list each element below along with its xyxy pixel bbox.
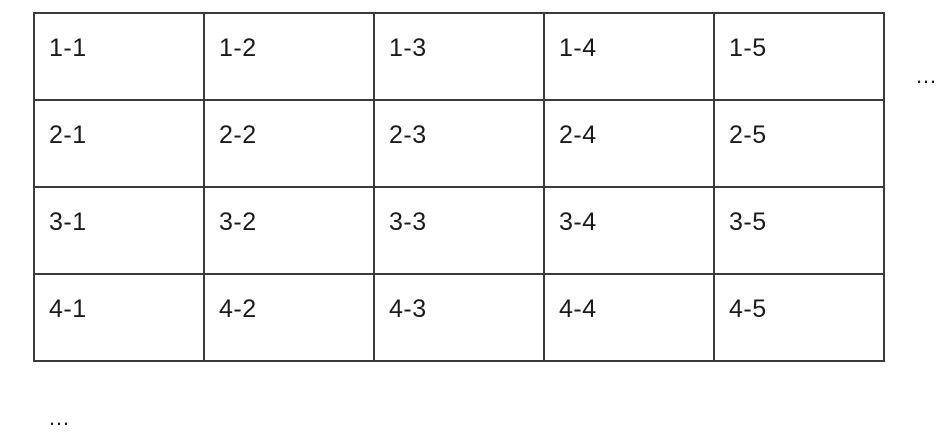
table-cell: 1-2 (203, 12, 375, 101)
table-row: 1-1 1-2 1-3 1-4 1-5 (33, 12, 885, 101)
table-cell: 3-3 (373, 186, 545, 275)
cell-label: 1-4 (559, 34, 597, 62)
cell-label: 1-5 (729, 34, 767, 62)
table-cell: 4-2 (203, 273, 375, 362)
cell-label: 3-4 (559, 208, 597, 236)
cell-label: 4-2 (219, 295, 257, 323)
table-cell: 3-2 (203, 186, 375, 275)
table-cell: 4-3 (373, 273, 545, 362)
cell-label: 4-4 (559, 295, 597, 323)
table-cell: 1-5 (713, 12, 885, 101)
cell-label: 1-2 (219, 34, 257, 62)
ellipsis-bottom: … (48, 405, 70, 430)
table-cell: 4-5 (713, 273, 885, 362)
table-cell: 4-1 (33, 273, 205, 362)
table-cell: 2-1 (33, 99, 205, 188)
cell-label: 2-5 (729, 121, 767, 149)
table-cell: 2-5 (713, 99, 885, 188)
table-cell: 3-5 (713, 186, 885, 275)
cell-label: 4-5 (729, 295, 767, 323)
cell-label: 3-1 (49, 208, 87, 236)
cell-label: 2-3 (389, 121, 427, 149)
table-cell: 3-4 (543, 186, 715, 275)
cell-label: 1-1 (49, 34, 87, 62)
cell-label: 3-3 (389, 208, 427, 236)
table-row: 4-1 4-2 4-3 4-4 4-5 (33, 273, 885, 362)
table-cell: 3-1 (33, 186, 205, 275)
cell-label: 4-3 (389, 295, 427, 323)
table-cell: 1-4 (543, 12, 715, 101)
ellipsis-right: … (915, 63, 937, 88)
table-cell: 2-3 (373, 99, 545, 188)
table-cell: 2-2 (203, 99, 375, 188)
grid-table: 1-1 1-2 1-3 1-4 1-5 2-1 2-2 2-3 2-4 2-5 … (33, 12, 885, 362)
cell-label: 2-1 (49, 121, 87, 149)
cell-label: 3-5 (729, 208, 767, 236)
table-row: 3-1 3-2 3-3 3-4 3-5 (33, 186, 885, 275)
cell-label: 2-4 (559, 121, 597, 149)
table-row: 2-1 2-2 2-3 2-4 2-5 (33, 99, 885, 188)
table-cell: 1-3 (373, 12, 545, 101)
table-cell: 4-4 (543, 273, 715, 362)
cell-label: 3-2 (219, 208, 257, 236)
table-cell: 2-4 (543, 99, 715, 188)
cell-label: 4-1 (49, 295, 87, 323)
cell-label: 2-2 (219, 121, 257, 149)
cell-label: 1-3 (389, 34, 427, 62)
table-cell: 1-1 (33, 12, 205, 101)
